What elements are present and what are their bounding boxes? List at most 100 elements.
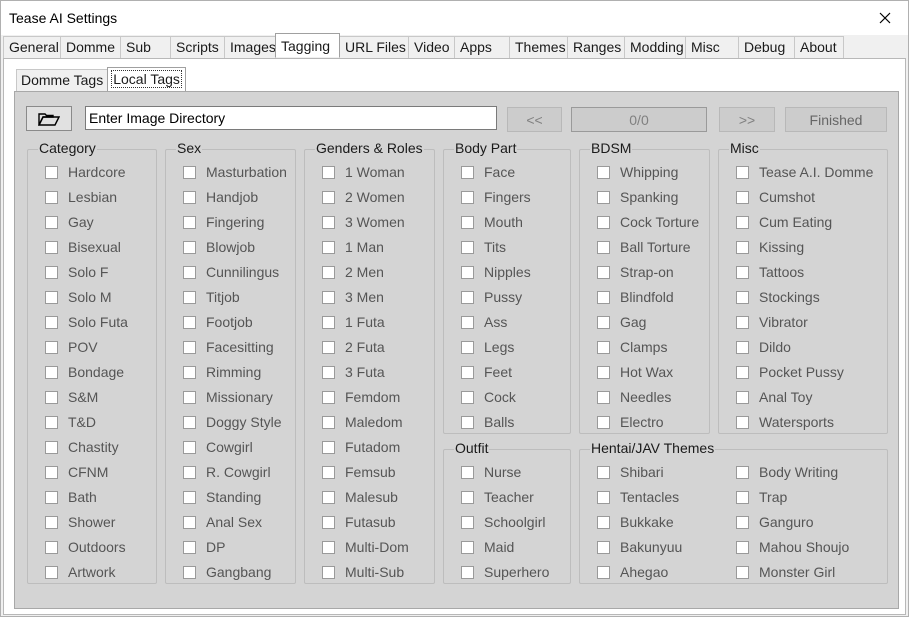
checkbox-shower[interactable]: Shower <box>45 513 115 531</box>
tab-modding[interactable]: Modding <box>624 36 686 58</box>
checkbox-nipples[interactable]: Nipples <box>461 263 531 281</box>
checkbox-box[interactable] <box>322 340 335 354</box>
checkbox-box[interactable] <box>736 490 749 504</box>
checkbox-tits[interactable]: Tits <box>461 238 506 256</box>
checkbox-anal-toy[interactable]: Anal Toy <box>736 388 812 406</box>
checkbox-box[interactable] <box>183 540 196 554</box>
checkbox-cumshot[interactable]: Cumshot <box>736 188 815 206</box>
checkbox-box[interactable] <box>461 565 474 579</box>
checkbox-futadom[interactable]: Futadom <box>322 438 400 456</box>
checkbox-bisexual[interactable]: Bisexual <box>45 238 121 256</box>
checkbox-box[interactable] <box>45 240 58 254</box>
checkbox-artwork[interactable]: Artwork <box>45 563 115 581</box>
checkbox-femdom[interactable]: Femdom <box>322 388 400 406</box>
checkbox-box[interactable] <box>183 290 196 304</box>
checkbox-watersports[interactable]: Watersports <box>736 413 834 431</box>
checkbox-box[interactable] <box>45 465 58 479</box>
subtab-domme-tags[interactable]: Domme Tags <box>16 69 109 91</box>
checkbox-box[interactable] <box>45 340 58 354</box>
checkbox-box[interactable] <box>322 365 335 379</box>
checkbox-box[interactable] <box>183 265 196 279</box>
checkbox-handjob[interactable]: Handjob <box>183 188 258 206</box>
checkbox-box[interactable] <box>322 415 335 429</box>
checkbox-clamps[interactable]: Clamps <box>597 338 667 356</box>
checkbox-box[interactable] <box>322 515 335 529</box>
checkbox-box[interactable] <box>736 390 749 404</box>
checkbox-box[interactable] <box>322 240 335 254</box>
checkbox-box[interactable] <box>597 165 610 179</box>
checkbox-box[interactable] <box>45 290 58 304</box>
checkbox-box[interactable] <box>183 390 196 404</box>
checkbox-monster-girl[interactable]: Monster Girl <box>736 563 835 581</box>
checkbox-face[interactable]: Face <box>461 163 515 181</box>
tab-apps[interactable]: Apps <box>454 36 510 58</box>
checkbox-s-m[interactable]: S&M <box>45 388 98 406</box>
checkbox-box[interactable] <box>322 265 335 279</box>
checkbox-pussy[interactable]: Pussy <box>461 288 522 306</box>
checkbox-masturbation[interactable]: Masturbation <box>183 163 287 181</box>
checkbox-box[interactable] <box>45 190 58 204</box>
checkbox-3-men[interactable]: 3 Men <box>322 288 384 306</box>
checkbox-box[interactable] <box>597 540 610 554</box>
tab-ranges[interactable]: Ranges <box>567 36 625 58</box>
checkbox-box[interactable] <box>183 440 196 454</box>
tab-scripts[interactable]: Scripts <box>170 36 225 58</box>
checkbox-box[interactable] <box>597 390 610 404</box>
checkbox-cunnilingus[interactable]: Cunnilingus <box>183 263 279 281</box>
browse-folder-button[interactable] <box>26 106 72 131</box>
checkbox-box[interactable] <box>461 415 474 429</box>
checkbox-box[interactable] <box>322 465 335 479</box>
checkbox-superhero[interactable]: Superhero <box>461 563 549 581</box>
next-button[interactable]: >> <box>719 107 775 132</box>
checkbox-ahegao[interactable]: Ahegao <box>597 563 668 581</box>
checkbox-pov[interactable]: POV <box>45 338 98 356</box>
checkbox-bukkake[interactable]: Bukkake <box>597 513 674 531</box>
checkbox-box[interactable] <box>736 565 749 579</box>
tab-general[interactable]: General <box>3 36 61 58</box>
checkbox-blindfold[interactable]: Blindfold <box>597 288 674 306</box>
checkbox-box[interactable] <box>736 215 749 229</box>
checkbox-solo-futa[interactable]: Solo Futa <box>45 313 128 331</box>
checkbox-2-men[interactable]: 2 Men <box>322 263 384 281</box>
checkbox-maledom[interactable]: Maledom <box>322 413 403 431</box>
checkbox-box[interactable] <box>322 315 335 329</box>
checkbox-box[interactable] <box>183 340 196 354</box>
checkbox-box[interactable] <box>183 490 196 504</box>
checkbox-mahou-shoujo[interactable]: Mahou Shoujo <box>736 538 849 556</box>
checkbox-box[interactable] <box>322 490 335 504</box>
checkbox-box[interactable] <box>461 465 474 479</box>
checkbox-box[interactable] <box>597 240 610 254</box>
checkbox-ball-torture[interactable]: Ball Torture <box>597 238 691 256</box>
checkbox-femsub[interactable]: Femsub <box>322 463 396 481</box>
checkbox-box[interactable] <box>322 190 335 204</box>
checkbox-kissing[interactable]: Kissing <box>736 238 804 256</box>
checkbox-blowjob[interactable]: Blowjob <box>183 238 255 256</box>
checkbox-needles[interactable]: Needles <box>597 388 671 406</box>
checkbox-box[interactable] <box>461 240 474 254</box>
checkbox-3-futa[interactable]: 3 Futa <box>322 363 385 381</box>
checkbox-shibari[interactable]: Shibari <box>597 463 664 481</box>
checkbox-box[interactable] <box>322 440 335 454</box>
checkbox-whipping[interactable]: Whipping <box>597 163 678 181</box>
tab-sub[interactable]: Sub <box>120 36 171 58</box>
checkbox-cum-eating[interactable]: Cum Eating <box>736 213 832 231</box>
checkbox-fingers[interactable]: Fingers <box>461 188 531 206</box>
checkbox-malesub[interactable]: Malesub <box>322 488 398 506</box>
checkbox-rimming[interactable]: Rimming <box>183 363 261 381</box>
tab-images[interactable]: Images <box>224 36 276 58</box>
tab-video[interactable]: Video <box>408 36 455 58</box>
checkbox-facesitting[interactable]: Facesitting <box>183 338 274 356</box>
checkbox-1-futa[interactable]: 1 Futa <box>322 313 385 331</box>
checkbox-solo-m[interactable]: Solo M <box>45 288 112 306</box>
checkbox-box[interactable] <box>736 165 749 179</box>
checkbox-box[interactable] <box>45 390 58 404</box>
checkbox-ass[interactable]: Ass <box>461 313 507 331</box>
checkbox-box[interactable] <box>736 515 749 529</box>
checkbox-box[interactable] <box>45 515 58 529</box>
checkbox-box[interactable] <box>183 415 196 429</box>
checkbox-box[interactable] <box>597 315 610 329</box>
checkbox-box[interactable] <box>461 290 474 304</box>
checkbox-gay[interactable]: Gay <box>45 213 94 231</box>
checkbox-body-writing[interactable]: Body Writing <box>736 463 838 481</box>
checkbox-spanking[interactable]: Spanking <box>597 188 678 206</box>
